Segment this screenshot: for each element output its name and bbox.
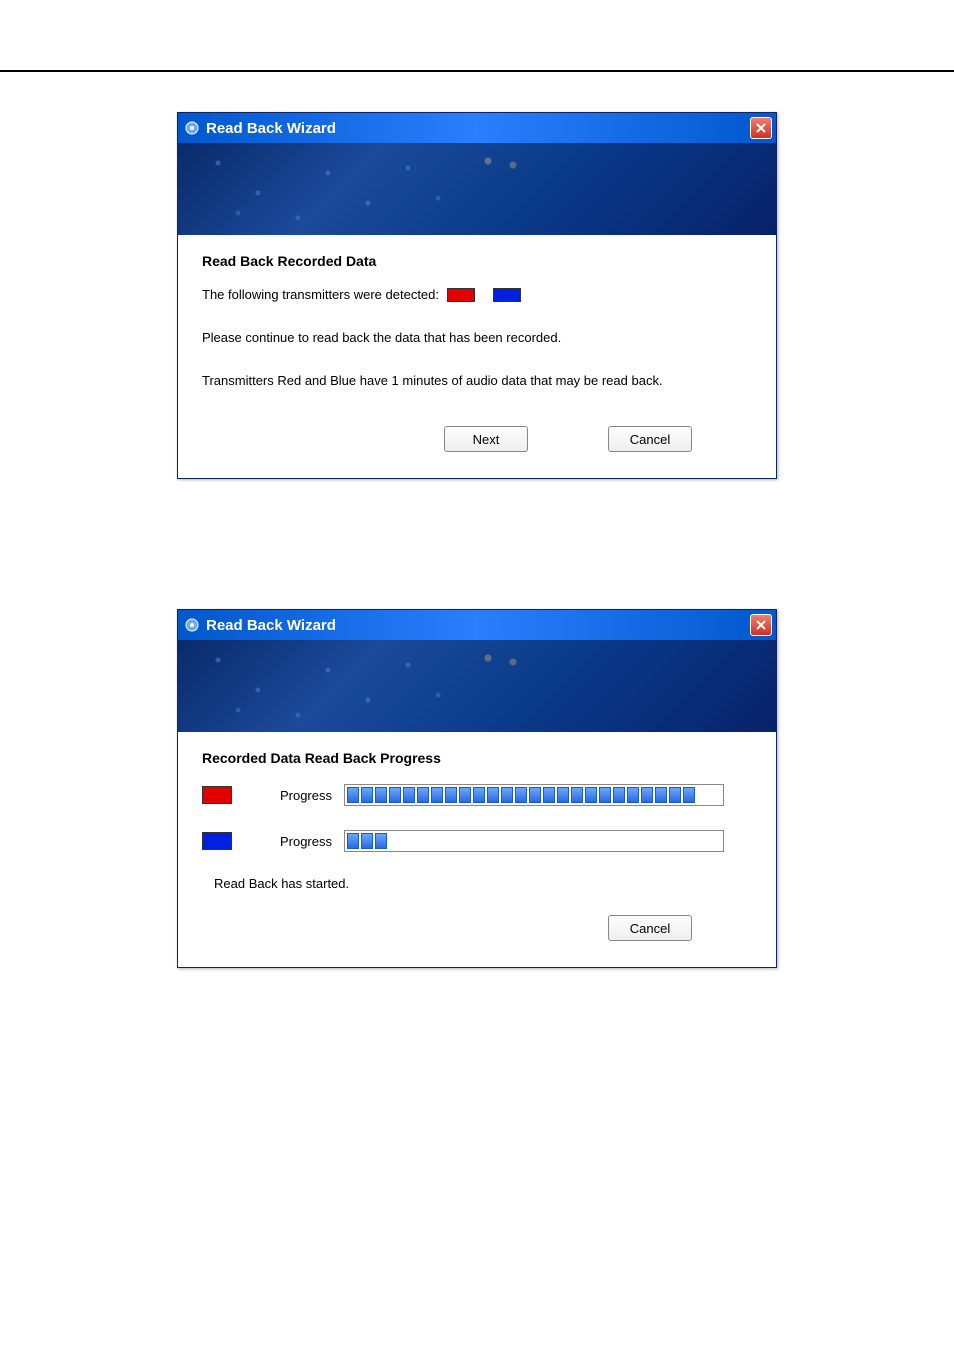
progress-segment [417, 787, 429, 803]
window-title: Read Back Wizard [206, 617, 750, 634]
banner-image [178, 640, 776, 732]
close-button[interactable] [750, 614, 772, 636]
progress-segment [375, 833, 387, 849]
close-button[interactable] [750, 117, 772, 139]
progress-segment [515, 787, 527, 803]
info-text: Transmitters Red and Blue have 1 minutes… [202, 373, 752, 388]
titlebar[interactable]: Read Back Wizard [178, 113, 776, 143]
transmitter-blue-swatch [493, 288, 521, 302]
progress-bar-red [344, 784, 724, 806]
detected-label: The following transmitters were detected… [202, 287, 439, 302]
progress-segment [361, 833, 373, 849]
blue-swatch [202, 832, 232, 850]
progress-row-blue: Progress [202, 830, 752, 852]
close-icon [755, 122, 767, 134]
status-text: Read Back has started. [214, 876, 752, 891]
read-back-wizard-dialog-2: Read Back Wizard Recorded Data Read Back… [177, 609, 777, 968]
dialog-content: Read Back Recorded Data The following tr… [178, 235, 776, 478]
cancel-button[interactable]: Cancel [608, 426, 692, 452]
app-icon [184, 617, 200, 633]
progress-segment [459, 787, 471, 803]
progress-segment [347, 787, 359, 803]
close-icon [755, 619, 767, 631]
detected-row: The following transmitters were detected… [202, 287, 752, 302]
section-title: Read Back Recorded Data [202, 253, 752, 269]
progress-segment [669, 787, 681, 803]
progress-segment [557, 787, 569, 803]
progress-segment [473, 787, 485, 803]
progress-row-red: Progress [202, 784, 752, 806]
progress-segment [445, 787, 457, 803]
section-title: Recorded Data Read Back Progress [202, 750, 752, 766]
progress-segment [585, 787, 597, 803]
progress-red-label: Progress [250, 788, 344, 803]
next-button[interactable]: Next [444, 426, 528, 452]
continue-text: Please continue to read back the data th… [202, 330, 752, 345]
button-row: Cancel [202, 909, 752, 955]
progress-segment [403, 787, 415, 803]
progress-segment [641, 787, 653, 803]
progress-segment [361, 787, 373, 803]
progress-segment [529, 787, 541, 803]
progress-bar-blue [344, 830, 724, 852]
progress-segment [543, 787, 555, 803]
page-divider [0, 70, 954, 72]
banner-image [178, 143, 776, 235]
progress-blue-label: Progress [250, 834, 344, 849]
progress-segment [375, 787, 387, 803]
transmitter-red-swatch [447, 288, 475, 302]
progress-segment [613, 787, 625, 803]
progress-segment [431, 787, 443, 803]
progress-segment [683, 787, 695, 803]
red-swatch [202, 786, 232, 804]
progress-segment [347, 833, 359, 849]
progress-segment [599, 787, 611, 803]
progress-segment [389, 787, 401, 803]
button-row: Next Cancel [202, 416, 752, 466]
progress-segment [501, 787, 513, 803]
progress-segment [571, 787, 583, 803]
dialog-content: Recorded Data Read Back Progress Progres… [178, 732, 776, 967]
progress-segment [655, 787, 667, 803]
progress-segment [627, 787, 639, 803]
progress-segment [487, 787, 499, 803]
titlebar[interactable]: Read Back Wizard [178, 610, 776, 640]
window-title: Read Back Wizard [206, 120, 750, 137]
app-icon [184, 120, 200, 136]
read-back-wizard-dialog-1: Read Back Wizard Read Back Recorded Data… [177, 112, 777, 479]
cancel-button[interactable]: Cancel [608, 915, 692, 941]
